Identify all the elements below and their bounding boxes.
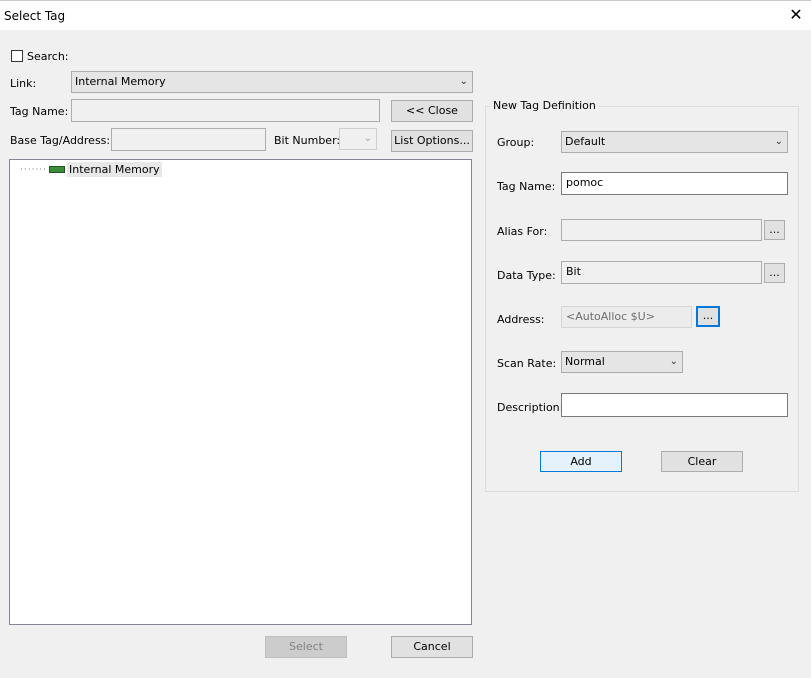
chevron-down-icon: ⌄ xyxy=(669,356,678,367)
select-button[interactable]: Select xyxy=(265,636,347,658)
group-title: New Tag Definition xyxy=(490,99,599,112)
address-browse-button[interactable]: ... xyxy=(696,306,720,327)
alias-for-input[interactable] xyxy=(561,219,762,241)
address-input[interactable]: <AutoAlloc $U> xyxy=(561,306,692,328)
alias-browse-button[interactable]: ... xyxy=(764,220,785,240)
data-type-input[interactable]: Bit xyxy=(561,261,762,284)
bit-number-label: Bit Number: xyxy=(274,134,341,147)
scan-rate-dropdown[interactable]: Normal ⌄ xyxy=(561,351,683,373)
data-type-browse-button[interactable]: ... xyxy=(764,263,785,283)
base-tag-label: Base Tag/Address: xyxy=(10,134,111,147)
title-bar xyxy=(0,0,811,30)
tree-item-label: Internal Memory xyxy=(67,162,162,177)
data-type-label: Data Type: xyxy=(497,269,556,282)
tag-tree[interactable] xyxy=(9,159,472,625)
link-dropdown-value: Internal Memory xyxy=(75,75,166,88)
bit-number-dropdown[interactable]: ⌄ xyxy=(339,128,377,150)
tag-name-input[interactable]: pomoc xyxy=(561,172,788,195)
scan-rate-value: Normal xyxy=(565,355,605,368)
cancel-button[interactable]: Cancel xyxy=(391,636,473,658)
memory-chip-icon xyxy=(49,166,66,173)
add-button[interactable]: Add xyxy=(540,451,622,472)
description-input[interactable] xyxy=(561,393,788,417)
search-checkbox[interactable] xyxy=(11,50,23,62)
alias-for-label: Alias For: xyxy=(497,225,548,238)
chevron-down-icon: ⌄ xyxy=(774,136,783,147)
search-label: Search: xyxy=(27,50,69,63)
group-label: Group: xyxy=(497,136,535,149)
close-panel-button[interactable]: << Close xyxy=(391,100,473,122)
tag-name-search-input[interactable] xyxy=(71,99,380,122)
link-dropdown[interactable]: Internal Memory ⌄ xyxy=(71,71,473,93)
tag-name-search-label: Tag Name: xyxy=(10,105,69,118)
tree-item-internal-memory[interactable]: ······· Internal Memory xyxy=(20,162,162,177)
base-tag-input[interactable] xyxy=(111,128,266,151)
list-options-button[interactable]: List Options... xyxy=(391,130,473,152)
scan-rate-label: Scan Rate: xyxy=(497,357,557,370)
group-dropdown-value: Default xyxy=(565,135,606,148)
group-dropdown[interactable]: Default ⌄ xyxy=(561,131,788,153)
close-icon[interactable]: ✕ xyxy=(786,6,806,26)
window-title: Select Tag xyxy=(4,9,66,23)
new-tag-definition-group xyxy=(485,106,799,492)
tag-name-label: Tag Name: xyxy=(497,180,556,193)
link-label: Link: xyxy=(10,77,37,90)
tree-connector: ······· xyxy=(20,164,48,175)
description-label: Description: xyxy=(497,401,564,414)
chevron-down-icon: ⌄ xyxy=(363,133,372,144)
clear-button[interactable]: Clear xyxy=(661,451,743,472)
address-label: Address: xyxy=(497,313,545,326)
window-top-border xyxy=(0,0,811,1)
chevron-down-icon: ⌄ xyxy=(459,76,468,87)
